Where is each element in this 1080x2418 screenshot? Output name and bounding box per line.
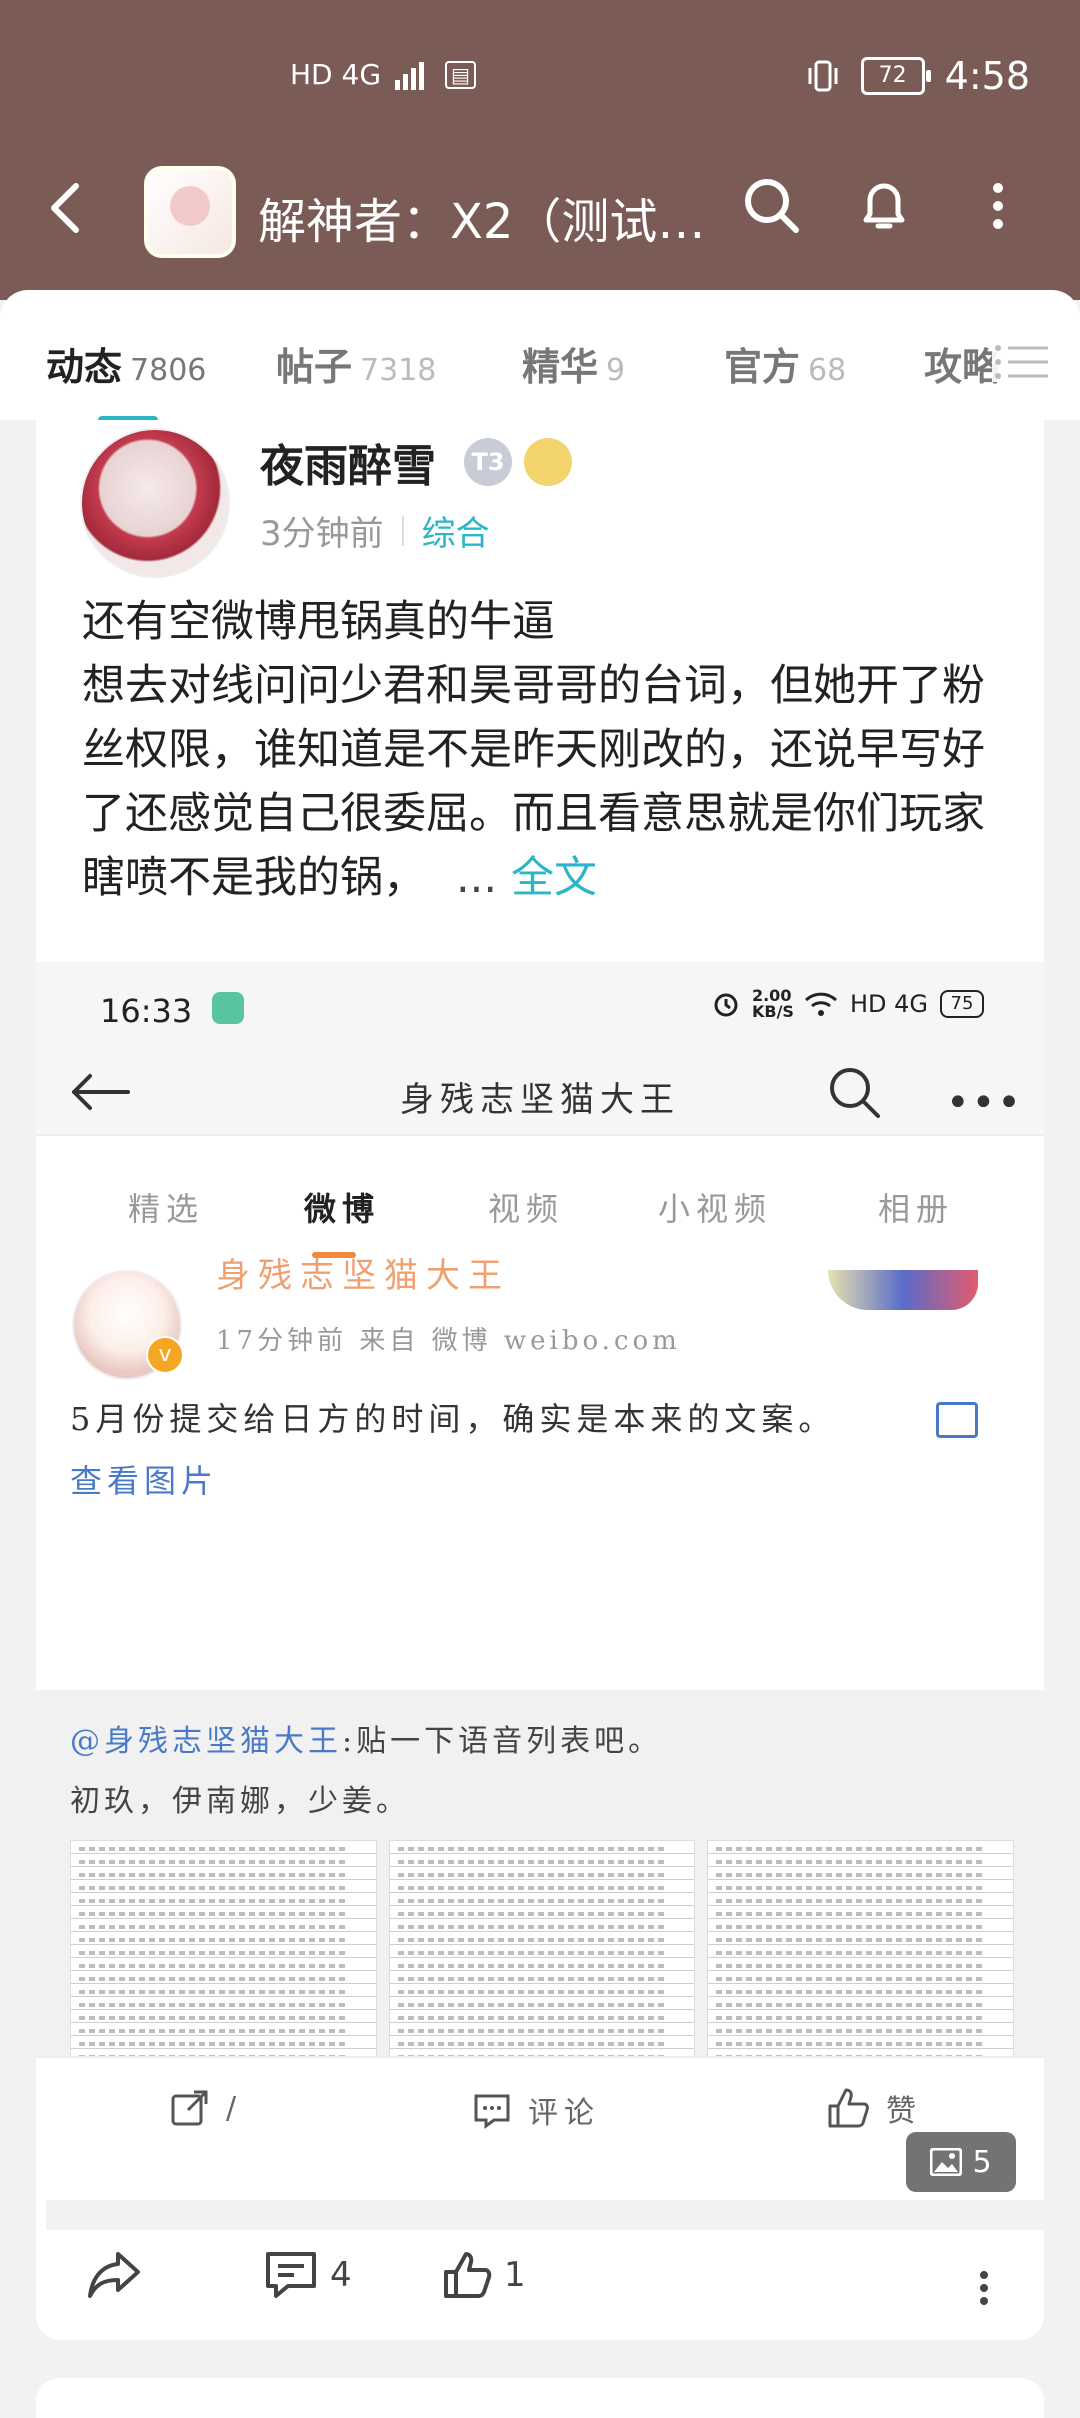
post-meta: 3分钟前 综合 bbox=[260, 506, 490, 555]
top-header: HD 4G ▤ 72 4:58 解神者：X2（测试… bbox=[0, 0, 1080, 300]
quote-mention: @身残志坚猫大王 bbox=[70, 1724, 342, 1759]
embedded-weibo-post: 身残志坚猫大王 v 17分钟前 来自 微博 weibo.com 5月份提交给日方… bbox=[36, 1256, 1044, 1690]
network-indicators: HD 4G ▤ bbox=[290, 58, 476, 91]
embedded-status-bar: 16:33 2.00 KB/S HD 4G 75 bbox=[36, 962, 1044, 1050]
embedded-share: / bbox=[170, 2088, 236, 2128]
level-badge: T3 bbox=[464, 438, 512, 486]
embedded-tab-weibo: 微博 bbox=[304, 1190, 381, 1228]
achievement-badge-icon bbox=[524, 438, 572, 486]
signal-icon bbox=[395, 61, 425, 90]
embedded-more-icon: ••• bbox=[946, 1080, 1023, 1126]
more-vertical-icon[interactable] bbox=[978, 2270, 990, 2306]
embedded-actions: / 评论 赞 bbox=[36, 2056, 1044, 2162]
image-stack-icon bbox=[930, 2148, 963, 2176]
embedded-tab-featured: 精选 bbox=[128, 1190, 205, 1228]
network-label: HD 4G bbox=[290, 58, 382, 91]
share-button[interactable] bbox=[86, 2250, 142, 2300]
page-title: 解神者：X2（测试… bbox=[258, 194, 706, 250]
quote-body: :贴一下语音列表吧。 bbox=[342, 1724, 663, 1759]
tab-official[interactable]: 官方 68 bbox=[724, 336, 846, 391]
status-bar: HD 4G ▤ 72 4:58 bbox=[0, 0, 1080, 150]
post-ellipsis: ... bbox=[456, 853, 498, 903]
search-icon bbox=[745, 179, 799, 233]
comment-button[interactable]: 4 bbox=[264, 2250, 352, 2300]
section-tabs: 动态 7806 帖子 7318 精华 9 官方 68 攻略 bbox=[0, 290, 1080, 424]
quote-line2: 初玖，伊南娜，少姜。 bbox=[70, 1784, 410, 1819]
read-more-link[interactable]: 全文 bbox=[511, 853, 597, 903]
tab-guides[interactable]: 攻略 bbox=[924, 336, 998, 391]
meta-divider bbox=[401, 515, 404, 546]
author-avatar[interactable] bbox=[80, 428, 230, 578]
like-count: 1 bbox=[504, 2255, 526, 2295]
embedded-body: 5月份提交给日方的时间，确实是本来的文案。 bbox=[70, 1400, 836, 1438]
huawei-icon: ▤ bbox=[445, 60, 476, 89]
game-avatar[interactable] bbox=[144, 166, 236, 258]
more-button[interactable] bbox=[966, 174, 1030, 238]
status-right: 72 4:58 bbox=[805, 54, 1030, 98]
embedded-search-icon bbox=[830, 1068, 880, 1118]
post-category[interactable]: 综合 bbox=[422, 506, 490, 555]
view-images-link: 查看图片 bbox=[70, 1462, 219, 1500]
alarm-icon bbox=[714, 993, 738, 1017]
post-first-line: 还有空微博甩锅真的牛逼 bbox=[82, 597, 555, 647]
post-body[interactable]: 还有空微博甩锅真的牛逼 想去对线问问少君和昊哥哥的台词，但她开了粉丝权限，谁知道… bbox=[82, 590, 1012, 910]
embedded-time: 16:33 bbox=[100, 992, 193, 1030]
wechat-icon bbox=[212, 992, 244, 1024]
post-image[interactable]: 16:33 2.00 KB/S HD 4G 75 身残志坚猫大王 ••• 精选 … bbox=[36, 962, 1044, 2172]
like-button[interactable]: 1 bbox=[442, 2250, 526, 2300]
embedded-tab-short-video: 小视频 bbox=[658, 1190, 773, 1228]
verified-badge-icon: v bbox=[146, 1336, 184, 1374]
comment-icon bbox=[474, 2094, 510, 2129]
embedded-net: HD 4G bbox=[849, 990, 928, 1018]
comment-count: 4 bbox=[330, 2255, 352, 2295]
embedded-comment: 评论 bbox=[472, 2088, 600, 2132]
search-button[interactable] bbox=[740, 174, 804, 238]
bell-icon bbox=[863, 183, 905, 229]
embedded-speed: 2.00 KB/S bbox=[751, 986, 794, 1021]
tab-dynamic[interactable]: 动态 7806 bbox=[46, 336, 206, 391]
embedded-tab-video: 视频 bbox=[488, 1190, 565, 1228]
chevron-left-icon bbox=[51, 183, 79, 233]
tab-featured[interactable]: 精华 9 bbox=[522, 336, 625, 391]
embedded-nav: 身残志坚猫大王 ••• bbox=[36, 1050, 1044, 1134]
wifi-icon bbox=[804, 992, 837, 1016]
author-name[interactable]: 夜雨醉雪 bbox=[260, 430, 436, 494]
embedded-quote: @身残志坚猫大王:贴一下语音列表吧。 初玖，伊南娜，少姜。 bbox=[36, 1690, 1044, 2118]
embedded-status-right: 2.00 KB/S HD 4G 75 bbox=[712, 988, 984, 1020]
quote-text: @身残志坚猫大王:贴一下语音列表吧。 初玖，伊南娜，少姜。 bbox=[70, 1712, 1010, 1832]
embedded-tabs: 精选 微博 视频 小视频 相册 bbox=[36, 1134, 1044, 1274]
post-time: 3分钟前 bbox=[260, 514, 384, 554]
share-icon bbox=[88, 2252, 140, 2298]
list-menu-icon[interactable] bbox=[992, 342, 1050, 382]
back-button[interactable] bbox=[44, 178, 84, 249]
post-card[interactable]: 夜雨醉雪 T3 3分钟前 综合 还有空微博甩锅真的牛逼 想去对线问问少君和昊哥哥… bbox=[36, 420, 1046, 2340]
comment-icon bbox=[266, 2252, 316, 2298]
embedded-meta: 17分钟前 来自 微博 weibo.com bbox=[216, 1326, 681, 1356]
clock: 4:58 bbox=[944, 54, 1030, 98]
embedded-like: 赞 bbox=[826, 2086, 916, 2130]
more-vertical-icon bbox=[993, 183, 1003, 229]
post-footer: 4 1 bbox=[36, 2220, 1044, 2340]
embedded-tab-album: 相册 bbox=[878, 1190, 955, 1228]
thumbs-up-icon bbox=[828, 2088, 869, 2128]
app-nav-bar: 解神者：X2（测试… bbox=[0, 150, 1080, 270]
decoration-banner bbox=[828, 1270, 978, 1310]
embedded-text: 5月份提交给日方的时间，确实是本来的文案。 查看图片 bbox=[70, 1388, 1000, 1512]
battery-indicator: 72 bbox=[860, 57, 931, 95]
share-out-icon bbox=[171, 2090, 208, 2126]
image-icon bbox=[936, 1402, 978, 1438]
thumbs-up-icon bbox=[444, 2252, 492, 2298]
vibrate-icon bbox=[808, 60, 838, 92]
embedded-author-name: 身残志坚猫大王 bbox=[216, 1256, 510, 1296]
embedded-title: 身残志坚猫大王 bbox=[400, 1080, 680, 1120]
embedded-battery: 75 bbox=[940, 990, 984, 1018]
next-post-card bbox=[36, 2378, 1044, 2418]
notification-button[interactable] bbox=[852, 174, 916, 238]
image-count-badge[interactable]: 5 bbox=[906, 2132, 1016, 2192]
tab-posts[interactable]: 帖子 7318 bbox=[276, 336, 436, 391]
